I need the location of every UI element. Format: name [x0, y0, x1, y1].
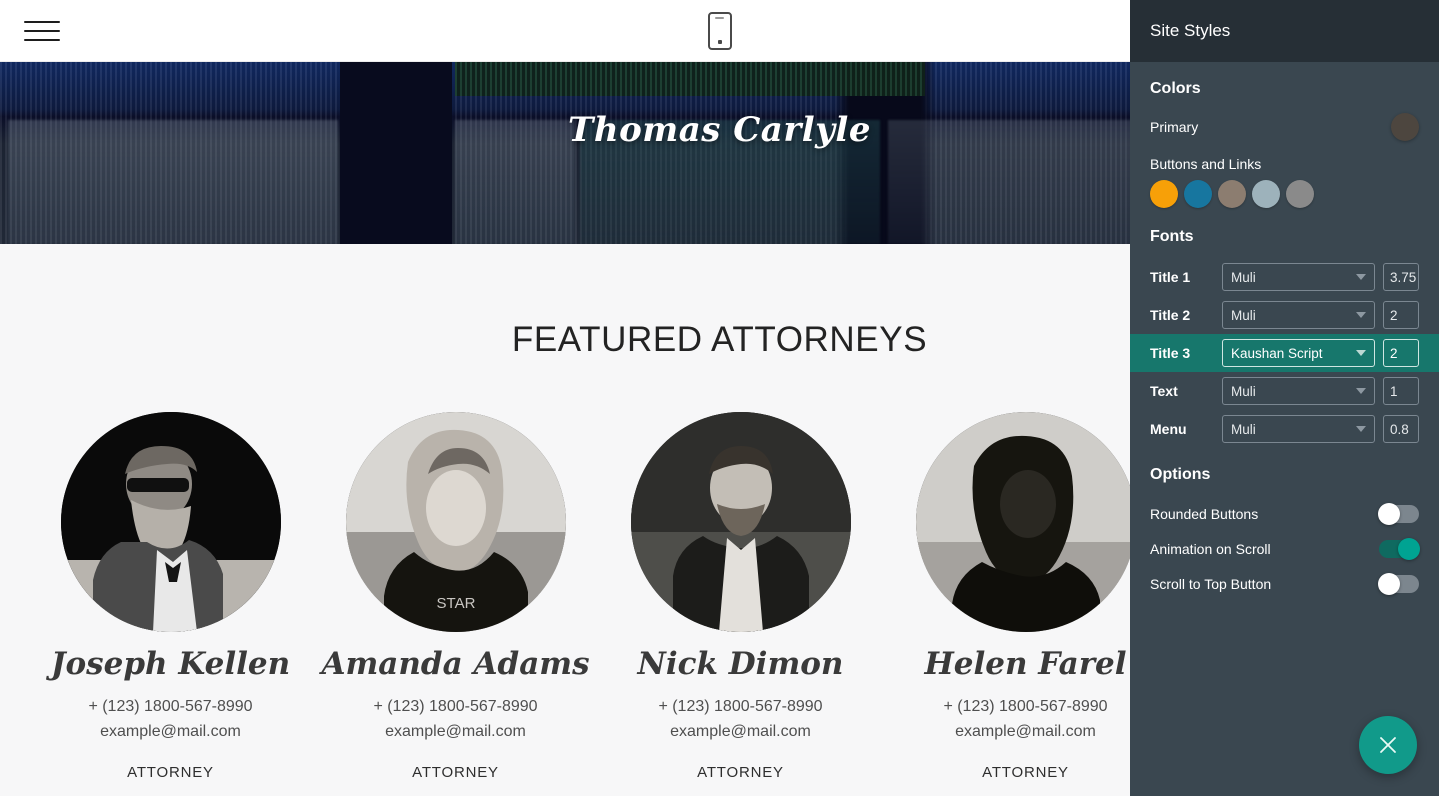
attorney-role: ATTORNEY	[982, 764, 1069, 781]
chevron-down-icon	[1356, 350, 1366, 356]
attorney-phone[interactable]: + (123) 1800-567-8990	[313, 698, 598, 716]
primary-color-label: Primary	[1150, 119, 1199, 135]
attorney-name: Nick Dimon	[637, 646, 844, 682]
buttons-links-label: Buttons and Links	[1150, 156, 1262, 172]
chevron-down-icon	[1356, 426, 1366, 432]
font-row-label: Title 3	[1150, 345, 1191, 361]
font-family-select[interactable]: Muli	[1222, 263, 1375, 291]
font-row-title-1[interactable]: Title 1 Muli 3.75	[1130, 258, 1439, 296]
panel-body: Colors Primary Buttons and Links Fonts T…	[1130, 62, 1439, 601]
attorney-card[interactable]: Helen Farel + (123) 1800-567-8990 exampl…	[883, 412, 1168, 781]
option-label: Rounded Buttons	[1150, 505, 1259, 522]
site-styles-panel: Site Styles Colors Primary Buttons and L…	[1130, 0, 1439, 796]
attorney-name: Helen Farel	[924, 646, 1127, 682]
font-row-title-2[interactable]: Title 2 Muli 2	[1130, 296, 1439, 334]
attorney-role: ATTORNEY	[412, 764, 499, 781]
attorney-photo	[630, 412, 851, 632]
font-size-input[interactable]: 2	[1383, 339, 1419, 367]
buttons-links-palette	[1150, 180, 1419, 208]
scroll-to-top-toggle[interactable]	[1378, 572, 1419, 595]
attorney-name: Joseph Kellen	[50, 646, 291, 682]
toggle-knob	[1378, 572, 1400, 595]
attorney-email[interactable]: example@mail.com	[28, 723, 313, 741]
palette-swatch-taupe[interactable]	[1218, 180, 1246, 208]
option-animation-on-scroll: Animation on Scroll	[1150, 531, 1420, 566]
font-size-input[interactable]: 3.75	[1383, 263, 1419, 291]
device-speaker	[715, 16, 724, 19]
hamburger-menu-icon[interactable]	[24, 18, 60, 44]
palette-swatch-orange[interactable]	[1150, 180, 1178, 208]
close-x-icon	[1380, 737, 1396, 753]
font-size-input[interactable]: 0.8	[1383, 415, 1419, 443]
font-family-value: Kaushan Script	[1231, 345, 1323, 361]
font-family-select[interactable]: Kaushan Script	[1222, 339, 1375, 367]
font-row-label: Title 1	[1150, 269, 1191, 285]
attorney-role: ATTORNEY	[127, 764, 214, 781]
attorney-card[interactable]: STAR Amanda Adams + (123) 1800-567-8990 …	[313, 412, 598, 781]
font-family-value: Muli	[1231, 269, 1256, 285]
palette-swatch-gray[interactable]	[1286, 180, 1314, 208]
svg-text:STAR: STAR	[436, 595, 475, 612]
font-row-label: Text	[1150, 383, 1178, 399]
panel-header: Site Styles	[1130, 0, 1439, 62]
options-group-title: Options	[1150, 466, 1211, 483]
hero-dark-column	[340, 62, 452, 244]
attorney-phone[interactable]: + (123) 1800-567-8990	[28, 698, 313, 716]
attorney-email[interactable]: example@mail.com	[883, 723, 1168, 741]
fonts-table: Title 1 Muli 3.75 Title 2 Muli 2 Title 3…	[1130, 258, 1439, 448]
attorney-photo: STAR	[345, 412, 566, 632]
option-rounded-buttons: Rounded Buttons	[1150, 496, 1419, 531]
chevron-down-icon	[1356, 274, 1366, 280]
option-scroll-to-top-button: Scroll to Top Button	[1150, 566, 1419, 601]
attorney-photo	[915, 412, 1136, 632]
font-row-title-3[interactable]: Title 3 Kaushan Script 2	[1130, 334, 1439, 372]
font-row-label: Title 2	[1150, 307, 1191, 323]
font-size-input[interactable]: 2	[1383, 301, 1419, 329]
animation-on-scroll-toggle[interactable]	[1379, 537, 1420, 560]
option-label: Scroll to Top Button	[1150, 575, 1272, 592]
attorney-phone[interactable]: + (123) 1800-567-8990	[883, 698, 1168, 716]
mobile-device-icon[interactable]	[707, 11, 732, 50]
fonts-group-title: Fonts	[1150, 228, 1194, 245]
attorney-email[interactable]: example@mail.com	[598, 723, 883, 741]
toggle-knob	[1398, 537, 1420, 560]
palette-swatch-blue[interactable]	[1184, 180, 1212, 208]
attorney-role: ATTORNEY	[697, 764, 784, 781]
font-family-select[interactable]: Muli	[1222, 301, 1375, 329]
font-row-label: Menu	[1150, 421, 1187, 437]
font-family-value: Muli	[1231, 421, 1256, 437]
palette-swatch-bluegray[interactable]	[1252, 180, 1280, 208]
primary-color-row: Primary	[1150, 110, 1419, 144]
attorney-phone[interactable]: + (123) 1800-567-8990	[598, 698, 883, 716]
font-family-value: Muli	[1231, 383, 1256, 399]
attorney-card[interactable]: Joseph Kellen + (123) 1800-567-8990 exam…	[28, 412, 313, 781]
font-family-select[interactable]: Muli	[1222, 415, 1375, 443]
hero-stripe-green-left	[455, 62, 925, 96]
device-home-button	[717, 39, 722, 44]
font-family-value: Muli	[1231, 307, 1256, 323]
rounded-buttons-toggle[interactable]	[1378, 502, 1419, 525]
font-row-text[interactable]: Text Muli 1	[1130, 372, 1439, 410]
colors-group-title: Colors	[1150, 80, 1201, 97]
attorney-email[interactable]: example@mail.com	[313, 723, 598, 741]
attorney-photo	[60, 412, 281, 632]
font-size-input[interactable]: 1	[1383, 377, 1419, 405]
font-family-select[interactable]: Muli	[1222, 377, 1375, 405]
app-root: Thomas Carlyle FEATURED ATTORNEYS Joseph…	[0, 0, 1439, 796]
close-panel-button[interactable]	[1359, 716, 1417, 774]
toggle-knob	[1378, 502, 1400, 525]
font-row-menu[interactable]: Menu Muli 0.8	[1130, 410, 1439, 448]
option-label: Animation on Scroll	[1150, 540, 1271, 557]
chevron-down-icon	[1356, 388, 1366, 394]
panel-title: Site Styles	[1150, 21, 1231, 40]
primary-color-swatch[interactable]	[1391, 113, 1419, 141]
attorney-card[interactable]: Nick Dimon + (123) 1800-567-8990 example…	[598, 412, 883, 781]
options-list: Rounded Buttons Animation on Scroll Scro…	[1150, 496, 1420, 601]
chevron-down-icon	[1356, 312, 1366, 318]
attorney-name: Amanda Adams	[321, 646, 590, 682]
